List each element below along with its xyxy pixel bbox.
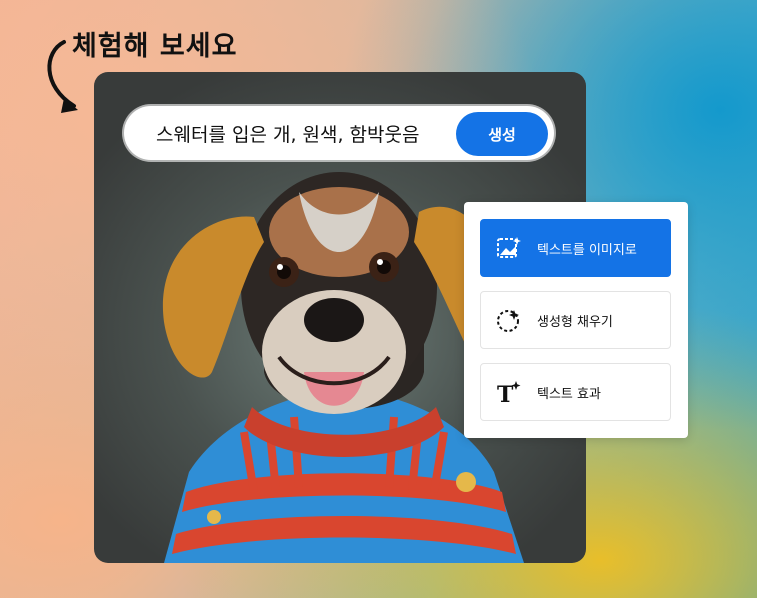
fill-sparkle-icon	[495, 306, 523, 334]
prompt-input[interactable]: 스웨터를 입은 개, 원색, 함박웃음	[156, 120, 419, 147]
menu-item-label: 생성형 채우기	[537, 314, 613, 330]
svg-text:T: T	[497, 382, 514, 406]
text-effects-icon: T	[495, 378, 523, 406]
menu-item-generative-fill[interactable]: 생성형 채우기	[480, 291, 671, 349]
prompt-bar: 스웨터를 입은 개, 원색, 함박웃음 생성	[124, 106, 554, 160]
image-sparkle-icon	[495, 234, 523, 262]
generate-button[interactable]: 생성	[456, 112, 548, 156]
menu-item-text-effects[interactable]: T 텍스트 효과	[480, 363, 671, 421]
curved-arrow-icon	[47, 40, 78, 113]
feature-menu: 텍스트를 이미지로 생성형 채우기 T 텍스트 효과	[464, 202, 688, 438]
headline: 체험해 보세요	[72, 31, 238, 62]
menu-item-label: 텍스트 효과	[537, 386, 601, 402]
menu-item-label: 텍스트를 이미지로	[537, 242, 637, 258]
menu-item-text-to-image[interactable]: 텍스트를 이미지로	[480, 219, 671, 277]
